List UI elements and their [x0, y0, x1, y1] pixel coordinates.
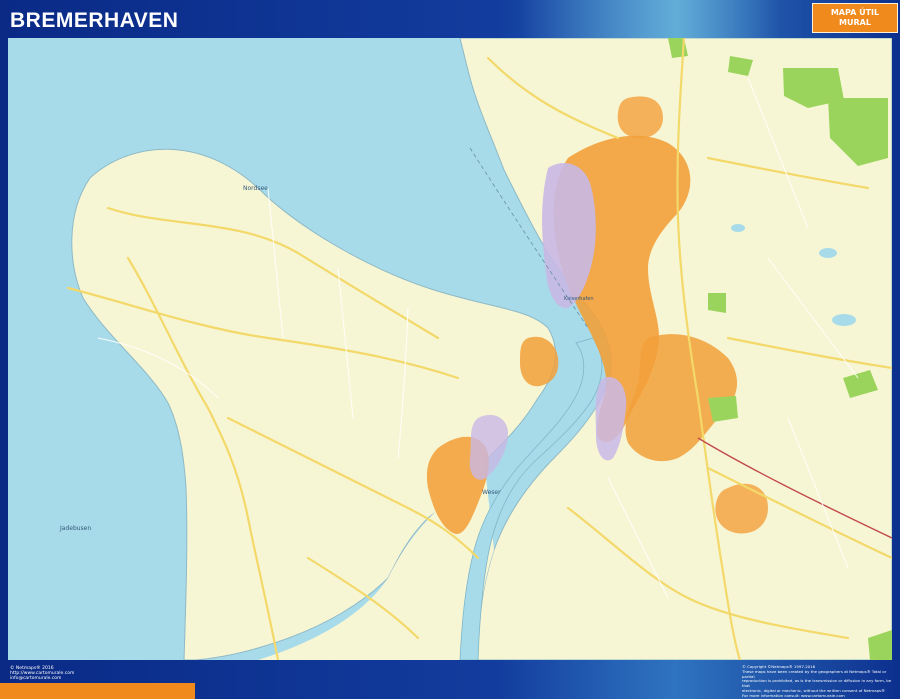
label-west-bay: Jadebusen — [59, 525, 91, 532]
footer-credits-left: © Netmaps® 2016 http://www.cartomurale.c… — [10, 666, 74, 682]
footer-right-line-5[interactable]: For more information consult: www.cartom… — [742, 693, 892, 699]
label-river: Weser — [482, 489, 501, 496]
footer: © Netmaps® 2016 http://www.cartomurale.c… — [0, 660, 900, 699]
footer-left-line-3[interactable]: info@cartomurale.com — [10, 676, 74, 681]
badge-line-2: MURAL — [839, 18, 871, 27]
urban-southeast-town — [715, 483, 768, 534]
lake-1 — [832, 314, 856, 326]
map-svg: Nordsee Jadebusen Weser Kaiserhafen — [59, 38, 892, 660]
port-zone-west — [469, 414, 508, 480]
map-title: BREMERHAVEN — [10, 9, 179, 32]
brand-badge: MAPA ÚTIL MURAL — [812, 3, 898, 33]
lake-2 — [819, 248, 837, 258]
park-small-3 — [708, 396, 738, 422]
footer-copyright-right: © Copyright ©Netmaps® 1997-2016 These ma… — [742, 664, 892, 699]
footer-accent-bar — [0, 683, 195, 699]
header-glow — [520, 0, 780, 38]
urban-langen-north — [617, 96, 663, 139]
label-north-coast: Nordsee — [243, 185, 268, 192]
map-canvas[interactable]: Nordsee Jadebusen Weser Kaiserhafen — [8, 38, 892, 660]
park-small-2 — [708, 293, 726, 313]
badge-line-1: MAPA ÚTIL — [830, 8, 880, 17]
lake-3 — [731, 224, 745, 232]
label-harbour: Kaiserhafen — [564, 296, 594, 302]
